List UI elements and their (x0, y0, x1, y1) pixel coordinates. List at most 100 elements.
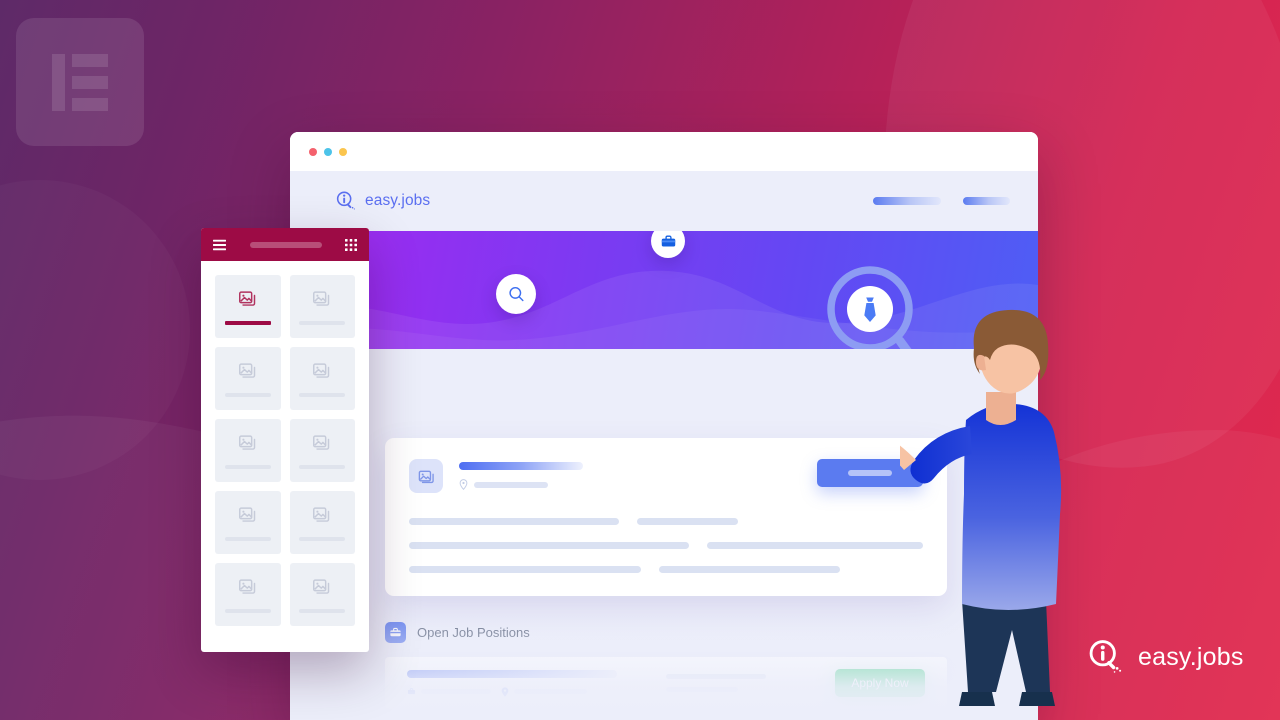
widget-tile[interactable] (215, 347, 281, 410)
job-list-row[interactable]: Apply Now (385, 657, 947, 709)
description-line (707, 542, 923, 549)
elementor-vertical-bar (52, 53, 65, 111)
grid-view-icon[interactable] (345, 238, 357, 251)
hamburger-menu-icon[interactable] (213, 239, 226, 251)
arm-left-sleeve (910, 426, 972, 484)
image-placeholder-icon (313, 579, 330, 594)
widget-tile-label (224, 465, 271, 469)
legs (962, 600, 1050, 692)
description-line (409, 542, 690, 549)
company-logo-placeholder (409, 459, 443, 493)
map-pin-icon (501, 686, 509, 697)
image-placeholder-icon (238, 435, 255, 450)
background-blob-mid-left (0, 180, 190, 480)
shirt (962, 403, 1062, 610)
job-title-placeholder (459, 462, 583, 470)
image-placeholder-icon (313, 435, 330, 450)
job-location-placeholder (474, 481, 548, 488)
job-location-row (459, 479, 801, 490)
site-nav-links (873, 197, 1010, 205)
widget-tile[interactable] (289, 275, 355, 338)
widget-tile[interactable] (289, 419, 355, 482)
job-detail-heading-block (459, 459, 801, 490)
job-detail-header (409, 459, 923, 493)
window-close-button[interactable] (309, 147, 317, 156)
description-line (637, 518, 738, 525)
widget-tile-label (299, 609, 346, 613)
description-line-row (409, 566, 923, 573)
widget-panel-search-input[interactable] (249, 241, 322, 248)
job-row-secondary (636, 674, 821, 692)
banner-canvas: easy.jobs Open Job Positions Apply Now e… (0, 0, 1280, 720)
briefcase-icon (407, 688, 416, 695)
map-pin-icon (459, 479, 468, 490)
elementor-bar-stack (72, 53, 108, 111)
job-description-placeholder-lines (409, 518, 923, 573)
image-placeholder-icon (238, 579, 255, 594)
job-row-location-placeholder (514, 689, 587, 694)
description-line (659, 566, 840, 573)
site-brand-name: easy.jobs (365, 192, 431, 209)
job-detail-card[interactable] (385, 438, 947, 596)
widget-tile[interactable] (289, 347, 355, 410)
neck (986, 392, 1016, 425)
widget-tile[interactable] (215, 563, 281, 626)
widget-tile-label (224, 321, 271, 325)
site-brand[interactable]: easy.jobs (335, 190, 430, 212)
elementor-logo-icon (52, 53, 108, 111)
search-icon (508, 286, 524, 301)
elementor-horizontal-bar-2 (72, 75, 108, 89)
footer-brand-name: easy.jobs (1138, 642, 1244, 671)
image-placeholder-icon (238, 363, 255, 378)
job-detail-apply-label-placeholder (848, 470, 892, 476)
elementor-logo-badge (16, 18, 144, 146)
shoe-left (959, 692, 995, 706)
widget-tile[interactable] (289, 491, 355, 554)
image-placeholder-icon (238, 291, 255, 306)
shoe-right (1019, 692, 1055, 706)
widget-tile[interactable] (215, 419, 281, 482)
nav-link-1[interactable] (873, 197, 941, 205)
site-navbar: easy.jobs (290, 171, 1038, 231)
job-row-employment-placeholder (421, 689, 491, 694)
job-row-title-placeholder (407, 669, 617, 678)
widget-tile-label (299, 321, 346, 325)
open-positions-header: Open Job Positions (385, 622, 947, 643)
elementor-horizontal-bar-1 (72, 53, 108, 67)
widget-tile-label (299, 393, 346, 397)
open-positions-title: Open Job Positions (417, 625, 530, 640)
widget-tile[interactable] (215, 275, 281, 338)
nav-link-2[interactable] (963, 197, 1010, 205)
image-placeholder-icon (313, 507, 330, 522)
description-line-row (409, 518, 923, 525)
window-maximize-button[interactable] (339, 147, 347, 156)
browser-titlebar (290, 132, 1038, 171)
widget-tile[interactable] (215, 491, 281, 554)
image-placeholder-icon (313, 291, 330, 306)
image-placeholder-icon (313, 363, 330, 378)
job-row-meta (407, 686, 622, 697)
open-positions-briefcase-icon-tile (385, 622, 406, 643)
job-row-employment-type (407, 687, 491, 696)
job-row-primary (407, 669, 622, 697)
description-line (409, 566, 641, 573)
widget-tile-label (224, 609, 271, 613)
description-line (409, 518, 619, 525)
easyjobs-magnifier-logo-icon (1089, 640, 1122, 673)
job-list-row[interactable]: Apply Now (385, 713, 947, 720)
hero-search-icon-badge[interactable] (496, 274, 536, 314)
elementor-horizontal-bar-3 (72, 97, 108, 111)
description-line-row (409, 542, 923, 549)
footer-brand-logo: easy.jobs (1087, 638, 1244, 676)
widget-tile-label (224, 393, 271, 397)
widget-tile[interactable] (289, 563, 355, 626)
image-placeholder-icon (418, 470, 434, 483)
briefcase-icon (390, 627, 401, 637)
job-row-detail-line (666, 674, 766, 679)
briefcase-icon (661, 235, 675, 246)
widget-tile-label (299, 537, 346, 541)
widget-panel-header (201, 228, 369, 261)
window-minimize-button[interactable] (324, 147, 332, 156)
widget-panel-grid (201, 261, 369, 640)
widget-tile-label (299, 465, 346, 469)
